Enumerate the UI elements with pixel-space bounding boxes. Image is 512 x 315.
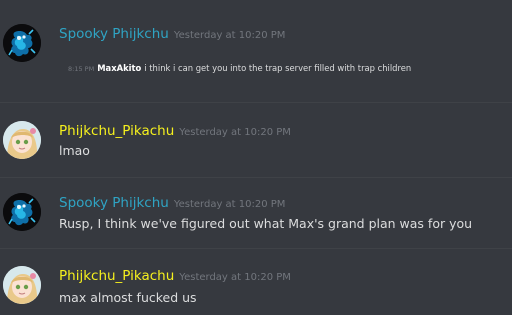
message-timestamp: Yesterday at 10:20 PM [173, 30, 286, 41]
message-text: max almost fucked us [59, 290, 197, 305]
author-name[interactable]: Spooky Phijkchu [59, 26, 169, 42]
message-author[interactable]: Spooky Phijkchu Yesterday at 10:20 PM [59, 26, 285, 42]
message-group: Phijkchu_Pikachu Yesterday at 10:20 PM ma… [0, 249, 512, 315]
message-group: Spooky Phijkchu Yesterday at 10:20 PM 8:1… [0, 0, 512, 102]
message-text: Rusp, I think we've figured out what Max… [59, 216, 473, 231]
message-text: lmao [59, 143, 90, 158]
quote-text: i think i can get you into the trap serv… [144, 63, 412, 73]
author-name[interactable]: Phijkchu_Pikachu [59, 123, 174, 139]
quote-timestamp: 8:15 PM [68, 65, 95, 73]
anime-girl-avatar-icon[interactable] [3, 121, 41, 159]
anime-girl-avatar-icon[interactable] [3, 266, 41, 304]
author-name[interactable]: Phijkchu_Pikachu [59, 268, 174, 284]
message-author[interactable]: Spooky Phijkchu Yesterday at 10:20 PM [59, 195, 285, 211]
blue-frog-avatar-icon[interactable] [3, 24, 41, 62]
message-timestamp: Yesterday at 10:20 PM [179, 272, 291, 283]
message-author[interactable]: Phijkchu_Pikachu Yesterday at 10:20 PM [59, 268, 291, 284]
author-name[interactable]: Spooky Phijkchu [59, 195, 169, 211]
message-author[interactable]: Phijkchu_Pikachu Yesterday at 10:20 PM [59, 123, 291, 139]
message-timestamp: Yesterday at 10:20 PM [179, 127, 291, 138]
quoted-message: 8:15 PM MaxAkito i think i can get you int… [68, 63, 411, 73]
message-timestamp: Yesterday at 10:20 PM [173, 199, 286, 210]
message-group: Spooky Phijkchu Yesterday at 10:20 PM Rus… [0, 178, 512, 248]
message-group: Phijkchu_Pikachu Yesterday at 10:20 PM lm… [0, 103, 512, 177]
blue-frog-avatar-icon[interactable] [3, 193, 41, 231]
quote-author[interactable]: MaxAkito [97, 63, 141, 73]
